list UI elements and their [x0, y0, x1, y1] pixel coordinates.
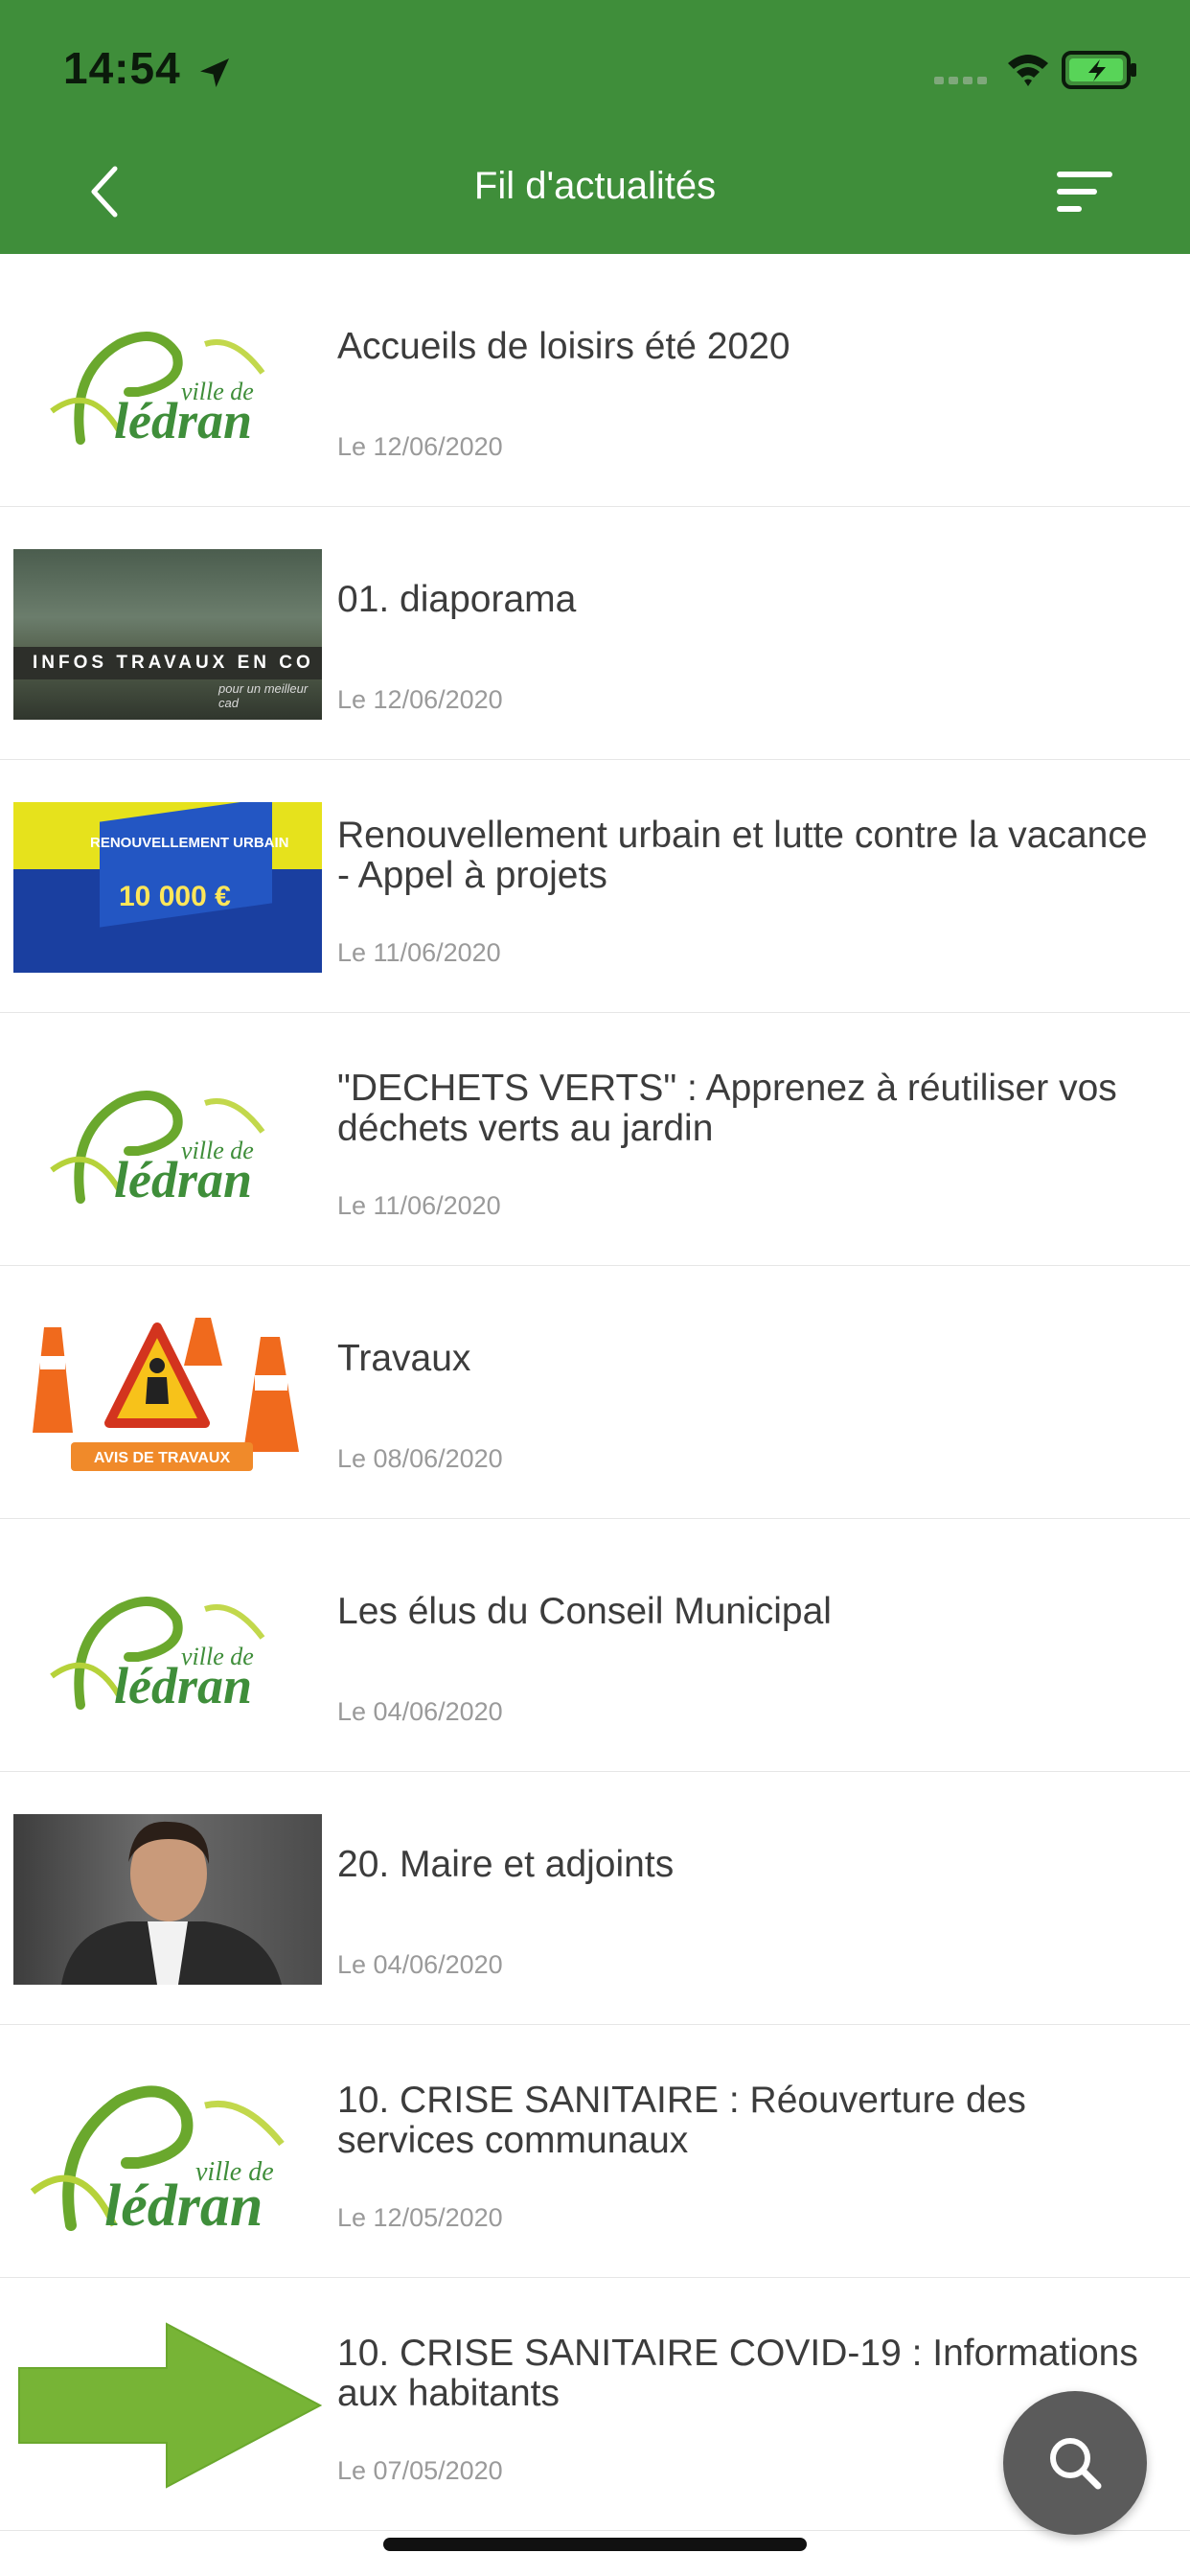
- pledran-logo: ville de lédran: [50, 1091, 265, 1208]
- works-photo-thumbnail: INFOS TRAVAUX EN CO pour un meilleur cad: [13, 549, 322, 720]
- news-date: Le 11/06/2020: [337, 1191, 501, 1220]
- news-title: "DECHETS VERTS" : Apprenez à réutiliser …: [337, 1068, 1117, 1149]
- pledran-logo-thumbnail: ville de lédran: [13, 1561, 322, 1732]
- location-arrow-icon: [200, 58, 229, 87]
- news-title: 20. Maire et adjoints: [337, 1844, 675, 1885]
- news-title: 01. diaporama: [337, 579, 577, 620]
- home-indicator: [383, 2538, 807, 2551]
- news-date: Le 12/06/2020: [337, 685, 503, 714]
- news-date: Le 07/05/2020: [337, 2456, 503, 2485]
- news-title: Travaux: [337, 1338, 471, 1379]
- poster-thumbnail: RENOUVELLEMENT URBAIN 10 000 €: [13, 802, 322, 973]
- wifi-icon: [1008, 55, 1048, 86]
- person-portrait: [61, 1821, 282, 1985]
- page-title: Fil d'actualités: [473, 165, 717, 207]
- portrait-thumbnail: [13, 1814, 322, 1985]
- pledran-logo-thumbnail: ville de lédran: [13, 1055, 322, 1226]
- thumbnail-caption: INFOS TRAVAUX EN CO: [13, 647, 322, 679]
- news-title: Renouvellement urbain et lutte contre la…: [337, 815, 1148, 896]
- app-header: 14:54 Fil d'actualités: [0, 0, 1190, 254]
- news-title: Les élus du Conseil Municipal: [337, 1591, 832, 1632]
- news-item[interactable]: 20. Maire et adjoints Le 04/06/2020: [0, 1772, 1190, 2025]
- poster-heading: RENOUVELLEMENT URBAIN: [90, 835, 289, 851]
- pledran-logo: ville de lédran: [50, 332, 265, 449]
- traffic-cone-icon: AVIS DE TRAVAUX: [33, 1318, 299, 1471]
- news-item[interactable]: AVIS DE TRAVAUX Travaux Le 08/06/2020: [0, 1266, 1190, 1519]
- pledran-logo: ville de lédran: [30, 2085, 285, 2238]
- pledran-logo: ville de lédran: [50, 1597, 265, 1714]
- arrow-right-icon: [18, 2322, 322, 2489]
- thumbnail-subcaption: pour un meilleur cad: [218, 681, 309, 710]
- battery-charging-icon: [1062, 51, 1136, 89]
- search-button[interactable]: [1003, 2391, 1147, 2535]
- news-item[interactable]: ville de lédran Accueils de loisirs été …: [0, 254, 1190, 507]
- search-icon: [1050, 2438, 1102, 2490]
- svg-text:lédran: lédran: [114, 392, 252, 449]
- news-date: Le 08/06/2020: [337, 1444, 503, 1473]
- news-item[interactable]: ville de lédran Les élus du Conseil Muni…: [0, 1519, 1190, 1772]
- news-date: Le 11/06/2020: [337, 938, 501, 967]
- signal-icon: [934, 77, 987, 84]
- svg-text:lédran: lédran: [114, 1151, 252, 1208]
- news-title: Accueils de loisirs été 2020: [337, 326, 790, 367]
- news-title: 10. CRISE SANITAIRE : Réouverture des se…: [337, 2080, 1026, 2161]
- news-date: Le 12/06/2020: [337, 432, 503, 461]
- news-date: Le 04/06/2020: [337, 1697, 503, 1726]
- svg-text:lédran: lédran: [114, 1657, 252, 1714]
- news-date: Le 12/05/2020: [337, 2203, 503, 2232]
- green-arrow-thumbnail: [13, 2320, 322, 2491]
- news-item[interactable]: RENOUVELLEMENT URBAIN 10 000 € Renouvell…: [0, 760, 1190, 1013]
- news-item[interactable]: ville de lédran 10. CRISE SANITAIRE : Ré…: [0, 2025, 1190, 2278]
- poster-amount: 10 000 €: [119, 881, 231, 912]
- status-time: 14:54: [63, 43, 181, 93]
- news-title: 10. CRISE SANITAIRE COVID-19 : Informati…: [337, 2333, 1138, 2414]
- news-item[interactable]: ville de lédran "DECHETS VERTS" : Appren…: [0, 1013, 1190, 1266]
- news-date: Le 04/06/2020: [337, 1950, 503, 1979]
- svg-text:lédran: lédran: [104, 2174, 263, 2238]
- pledran-logo-thumbnail: ville de lédran: [13, 2067, 322, 2238]
- svg-text:AVIS DE TRAVAUX: AVIS DE TRAVAUX: [94, 1450, 231, 1466]
- works-cones-thumbnail: AVIS DE TRAVAUX: [13, 1308, 322, 1479]
- pledran-logo-thumbnail: ville de lédran: [13, 296, 322, 467]
- news-item[interactable]: INFOS TRAVAUX EN CO pour un meilleur cad…: [0, 507, 1190, 760]
- sort-lines-icon[interactable]: [1044, 163, 1119, 220]
- news-list: ville de lédran Accueils de loisirs été …: [0, 254, 1190, 2531]
